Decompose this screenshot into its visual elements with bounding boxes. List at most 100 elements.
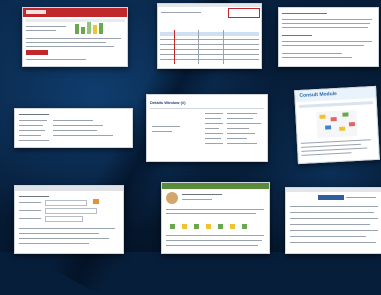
text-line	[161, 12, 201, 13]
text-line	[346, 197, 376, 198]
logo-mark	[318, 195, 344, 200]
warning-icon	[93, 199, 99, 204]
action-chip	[26, 50, 48, 55]
bar	[81, 27, 85, 34]
text-line	[19, 228, 115, 229]
text-line	[290, 230, 378, 231]
logo-mark	[26, 10, 46, 14]
text-line	[282, 41, 372, 42]
thumbnail-9[interactable]	[285, 187, 381, 254]
bar	[75, 24, 79, 34]
thumbnail-6[interactable]: Consult Module	[294, 85, 380, 165]
toolbar	[298, 101, 373, 108]
thumbnail-header	[162, 183, 269, 189]
thumbnail-1[interactable]	[22, 7, 128, 67]
avatar	[166, 192, 178, 204]
text-line	[227, 113, 257, 114]
diagram-node	[319, 114, 326, 119]
text-line	[26, 26, 66, 27]
text-line	[19, 210, 41, 211]
bar	[93, 25, 97, 34]
text-line	[19, 243, 89, 244]
text-line	[26, 59, 86, 60]
text-line	[19, 238, 109, 239]
status-dot	[170, 224, 175, 229]
text-line	[19, 140, 49, 141]
text-line	[227, 138, 247, 139]
input-field	[45, 200, 87, 206]
text-line	[290, 236, 366, 237]
text-line	[166, 240, 262, 241]
text-line	[290, 224, 370, 225]
text-line	[150, 108, 264, 109]
text-line	[282, 57, 352, 58]
text-line	[282, 53, 342, 54]
diagram	[316, 109, 358, 139]
text-line	[19, 120, 47, 121]
thumbnail-7[interactable]	[14, 185, 124, 254]
thumbnail-4[interactable]	[14, 108, 133, 148]
text-line	[26, 38, 121, 39]
thumbnail-8[interactable]	[161, 182, 270, 254]
text-line	[227, 128, 249, 129]
text-line	[166, 245, 258, 246]
text-line	[19, 125, 43, 126]
thumbnail-header	[15, 186, 123, 191]
thumbnail-2[interactable]	[157, 3, 262, 69]
status-dot	[230, 224, 235, 229]
text-line	[53, 135, 113, 136]
text-line	[227, 133, 255, 134]
status-dot	[194, 224, 199, 229]
status-dot	[218, 224, 223, 229]
text-line	[205, 118, 221, 119]
thumbnail-5[interactable]: Details Window (#)	[146, 94, 268, 162]
text-line	[290, 218, 378, 219]
thumbnail-title: Details Window (#)	[150, 100, 186, 105]
text-line	[205, 113, 223, 114]
text-line	[205, 133, 223, 134]
text-line	[182, 194, 222, 195]
highlight-box	[228, 8, 260, 18]
text-line	[166, 209, 264, 210]
diagram-node	[342, 112, 349, 117]
text-line	[205, 143, 223, 144]
diagram-node	[339, 126, 346, 131]
status-dot	[182, 224, 187, 229]
text-line	[19, 196, 49, 197]
text-line	[53, 130, 97, 131]
text-line	[227, 123, 261, 124]
text-line	[282, 19, 372, 20]
text-line	[227, 143, 257, 144]
thumbnail-header	[286, 188, 381, 192]
bar	[99, 23, 103, 34]
text-line	[282, 27, 368, 28]
text-line	[301, 147, 368, 152]
diagram-node	[325, 125, 332, 130]
text-line	[205, 138, 221, 139]
text-line	[152, 126, 180, 127]
text-line	[166, 213, 256, 214]
thumbnail-3[interactable]	[278, 7, 379, 67]
text-line	[282, 13, 327, 14]
column-divider	[198, 30, 199, 64]
bar	[87, 22, 91, 34]
status-dot	[206, 224, 211, 229]
input-field	[45, 208, 97, 214]
text-line	[53, 125, 103, 126]
text-line	[205, 128, 219, 129]
text-line	[282, 35, 312, 36]
diagram-node	[330, 117, 337, 122]
text-line	[290, 212, 374, 213]
column-divider	[223, 30, 224, 64]
text-line	[282, 23, 370, 24]
text-line	[227, 118, 253, 119]
text-line	[166, 235, 264, 236]
text-line	[19, 218, 41, 219]
input-field	[45, 216, 83, 222]
text-line	[152, 131, 172, 132]
text-line	[26, 42, 106, 43]
text-line	[290, 206, 378, 207]
text-line	[19, 130, 45, 131]
text-line	[290, 242, 376, 243]
thumbnail-header	[158, 4, 261, 7]
